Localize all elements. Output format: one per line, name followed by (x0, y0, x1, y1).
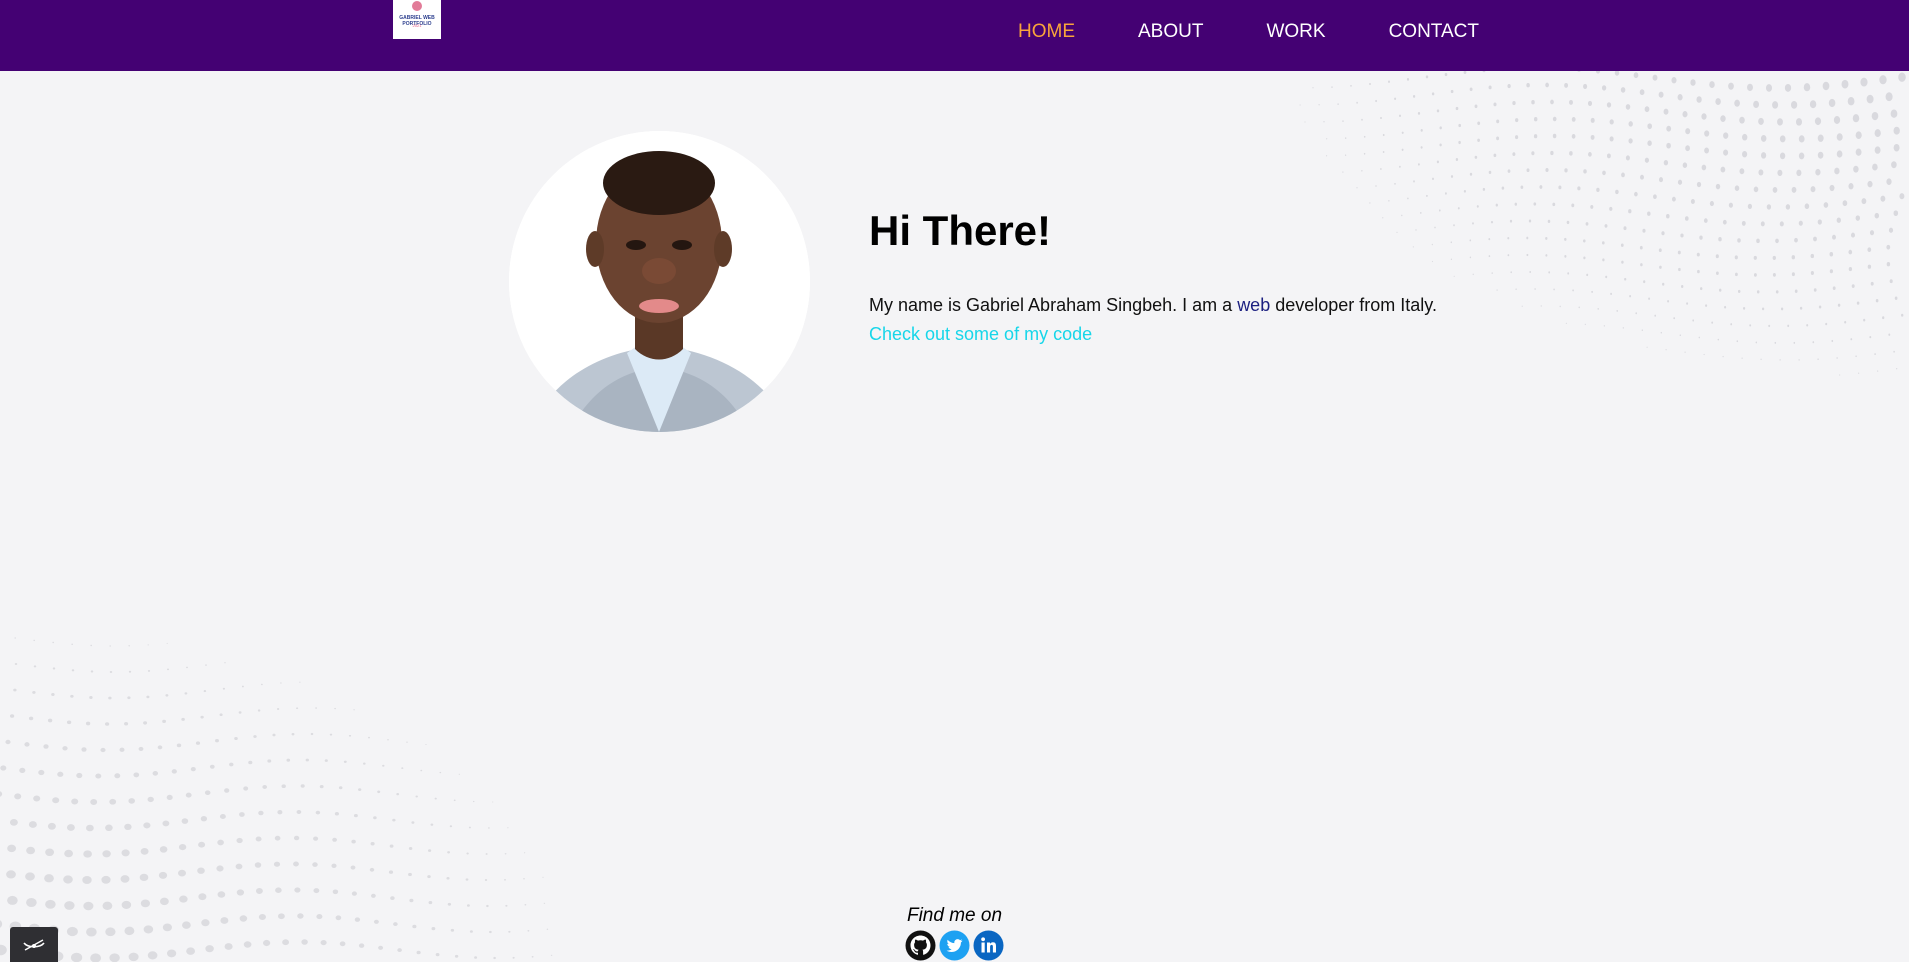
code-link[interactable]: Check out some of my code (869, 322, 1092, 346)
site-logo[interactable]: GABRIEL WEB PORTFOLIO 2021 (393, 0, 441, 39)
accessibility-toggle-button[interactable] (10, 927, 58, 962)
nav-home[interactable]: HOME (1018, 21, 1075, 43)
find-me-label: Find me on (906, 905, 1003, 926)
logo-emblem-icon (412, 1, 422, 11)
profile-photo (509, 131, 810, 432)
top-navbar: GABRIEL WEB PORTFOLIO 2021 HOME ABOUT WO… (0, 0, 1909, 71)
nav-contact[interactable]: CONTACT (1389, 21, 1479, 43)
nav-about[interactable]: ABOUT (1138, 21, 1203, 43)
intro-text-end: developer from Italy. (1270, 295, 1437, 315)
hero-intro-text: My name is Gabriel Abraham Singbeh. I am… (869, 293, 1437, 317)
logo-year: 2021 (412, 23, 422, 28)
twitter-icon[interactable] (939, 930, 970, 961)
main-nav: HOME ABOUT WORK CONTACT (1018, 21, 1479, 43)
intro-text-start: My name is Gabriel Abraham Singbeh. I am… (869, 295, 1238, 315)
intro-highlight-web: web (1237, 295, 1271, 315)
linkedin-icon[interactable] (973, 930, 1004, 961)
hero-heading: Hi There! (869, 207, 1052, 254)
profile-portrait-icon (509, 131, 810, 432)
nav-work[interactable]: WORK (1266, 21, 1325, 43)
github-icon[interactable] (905, 930, 936, 961)
hero-section: Hi There! My name is Gabriel Abraham Sin… (0, 0, 1909, 962)
social-links (905, 930, 1004, 961)
hidden-eye-icon (23, 939, 45, 951)
